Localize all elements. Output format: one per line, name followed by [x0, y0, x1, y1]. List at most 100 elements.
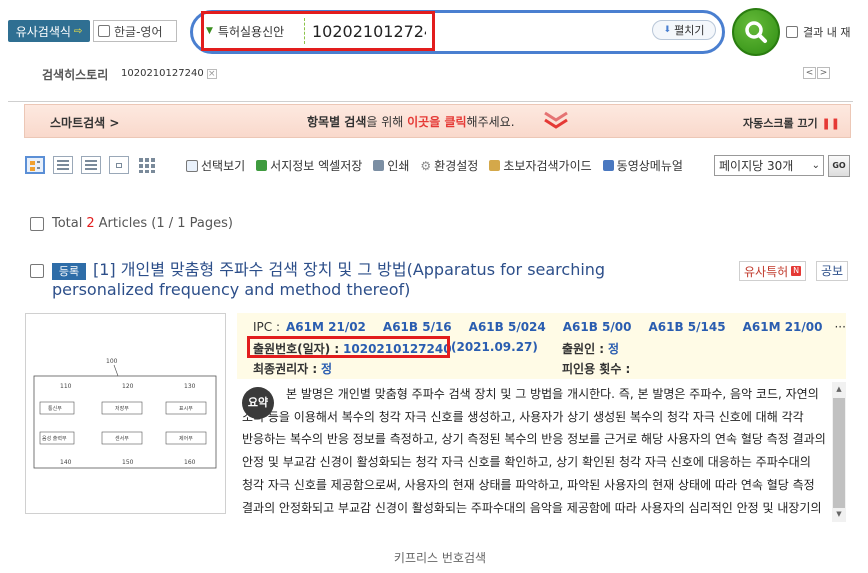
checkbox-icon [186, 159, 198, 172]
footer-caption: 키프리스 번호검색 [393, 551, 487, 565]
print-button[interactable]: 인쇄 [373, 157, 409, 174]
search-history-item[interactable]: 1020210127240 × [121, 68, 217, 79]
beginner-guide-button[interactable]: 초보자검색가이드 [489, 157, 592, 174]
smart-search-message[interactable]: 항목별 검색을 위해 이곳을 클릭해주세요. [307, 113, 515, 130]
expand-button[interactable]: ⬇ 펼치기 [652, 20, 716, 40]
drawing-svg: 100 110 120 130 통신부 저장부 표시부 음성 출력부 센서부 제… [33, 358, 217, 469]
label-top-3: 표시부 [179, 406, 193, 412]
new-badge: N [791, 266, 802, 276]
label-bottom-2: 센서부 [115, 435, 129, 442]
gazette-button[interactable]: 공보 [816, 261, 848, 281]
settings-label: 환경설정 [434, 159, 479, 173]
beginner-guide-label: 초보자검색가이드 [503, 159, 592, 173]
ipc-label: IPC : [253, 320, 281, 334]
ipc-code[interactable]: A61B 5/145 [649, 320, 726, 334]
ref-bottom-3: 160 [184, 459, 196, 466]
excel-save-button[interactable]: 서지정보 엑셀저장 [256, 157, 362, 174]
lang-toggle[interactable]: 한글-영어 [93, 20, 177, 42]
msg-end: 해주세요. [466, 115, 515, 129]
chevron-down-icon: ⌄ [811, 160, 820, 171]
total-prefix: Total [52, 216, 83, 231]
msg-bold: 항목별 검색 [307, 115, 367, 129]
applicant-value[interactable]: 정 [608, 342, 619, 356]
application-date: (2021.09.27) [451, 340, 538, 354]
patent-drawing-thumbnail[interactable]: 100 110 120 130 통신부 저장부 표시부 음성 출력부 센서부 제… [25, 313, 226, 514]
gear-icon: ⚙ [420, 158, 432, 173]
total-suffix: Articles (1 / 1 Pages) [98, 216, 233, 231]
result-toolbar: 선택보기 서지정보 엑셀저장 인쇄 ⚙ 환경설정 초보자검색가이드 동영상메뉴얼 [186, 157, 683, 174]
smart-search-label[interactable]: 스마트검색 > [50, 114, 119, 131]
go-button[interactable]: GO [828, 155, 850, 177]
result-title-link[interactable]: [1] 개인별 맞춤형 주파수 검색 장치 및 그 방법(Apparatus f… [52, 260, 712, 300]
scrollbar-thumb[interactable] [833, 398, 845, 508]
pause-icon: ❚❚ [821, 117, 840, 130]
view-list-icon[interactable] [53, 156, 73, 174]
lang-label: 한글-영어 [114, 24, 163, 39]
search-icon [745, 21, 767, 43]
ipc-row: IPC : A61M 21/02 A61B 5/16 A61B 5/024 A6… [253, 320, 846, 334]
scroll-down-icon[interactable]: ▼ [833, 508, 845, 520]
applicant-label: 출원인 : [562, 342, 605, 356]
ipc-code[interactable]: A61B 5/16 [383, 320, 452, 334]
view-thumbnail-list-icon[interactable] [25, 156, 45, 174]
settings-button[interactable]: ⚙ 환경설정 [420, 157, 478, 174]
within-checkbox[interactable] [786, 26, 798, 38]
highlight-box-search [201, 11, 435, 51]
video-manual-button[interactable]: 동영상메뉴얼 [602, 157, 683, 174]
history-item-label: 1020210127240 [121, 68, 204, 79]
chevron-down-icon: ⬇ [663, 25, 672, 35]
summary-icon: 요약 [242, 387, 274, 419]
next-arrow-icon[interactable]: > [817, 67, 830, 79]
select-all-checkbox[interactable] [30, 216, 44, 231]
similar-search-button[interactable]: 유사검색식 ⇨ [8, 20, 90, 42]
abstract-box: 본 발명은 개인별 맞춤형 주파수 검색 장치 및 그 방법을 개시한다. 즉,… [237, 381, 846, 523]
ipc-code[interactable]: A61B 5/024 [469, 320, 546, 334]
prev-arrow-icon[interactable]: < [803, 67, 816, 79]
excel-save-label: 서지정보 엑셀저장 [270, 159, 363, 173]
select-view-button[interactable]: 선택보기 [186, 157, 245, 174]
similar-patent-button[interactable]: 유사특허 N [739, 261, 807, 281]
rights-holder-value[interactable]: 정 [321, 362, 332, 376]
ref-bottom-2: 150 [122, 459, 134, 466]
ref-bottom-1: 140 [60, 459, 72, 466]
scroll-up-icon[interactable]: ▲ [833, 383, 845, 395]
similar-search-label: 유사검색식 [15, 24, 71, 39]
msg-red-link[interactable]: 이곳을 클릭 [407, 115, 466, 129]
lang-checkbox[interactable] [98, 25, 110, 37]
search-history-title: 검색히스토리 [42, 68, 109, 82]
per-page-select[interactable]: 페이지당 30개 ⌄ [714, 155, 824, 176]
excel-icon [256, 160, 268, 171]
ipc-more[interactable]: ··· [834, 320, 845, 334]
view-image-icon[interactable] [109, 156, 129, 174]
ipc-code[interactable]: A61B 5/00 [563, 320, 632, 334]
auto-scroll-toggle[interactable]: 자동스크롤 끄기 ❚❚ [743, 115, 840, 131]
ipc-code[interactable]: A61M 21/00 [743, 320, 823, 334]
ref-main: 100 [106, 358, 118, 365]
double-chevron-down-icon [544, 111, 568, 129]
highlight-box-app-no [247, 336, 450, 358]
view-detail-icon[interactable] [81, 156, 101, 174]
select-view-label: 선택보기 [201, 159, 246, 173]
search-within-results[interactable]: 결과 내 재 [786, 24, 850, 40]
close-icon[interactable]: × [206, 68, 217, 79]
result-checkbox[interactable] [30, 264, 44, 278]
ref-top-3: 130 [184, 383, 196, 390]
label-top-2: 저장부 [115, 405, 129, 412]
within-label: 결과 내 재 [803, 26, 851, 39]
book-icon [489, 160, 501, 171]
video-icon [602, 160, 614, 171]
history-nav: < > [803, 67, 830, 79]
cite-count-label: 피인용 횟수 : [562, 362, 631, 376]
search-submit-button[interactable] [732, 8, 780, 56]
ref-top-2: 120 [122, 383, 134, 390]
rights-holder-row: 최종권리자 : 정 [253, 360, 332, 377]
per-page-label: 페이지당 30개 [719, 159, 794, 173]
auto-scroll-label: 자동스크롤 끄기 [743, 117, 818, 130]
ipc-code[interactable]: A61M 21/02 [286, 320, 366, 334]
label-top-1: 통신부 [48, 405, 62, 412]
total-row: Total 2 Articles (1 / 1 Pages) [30, 216, 233, 231]
video-manual-label: 동영상메뉴얼 [616, 159, 683, 173]
print-label: 인쇄 [387, 159, 410, 173]
view-grid-icon[interactable] [137, 156, 157, 174]
ref-top-1: 110 [60, 383, 72, 390]
